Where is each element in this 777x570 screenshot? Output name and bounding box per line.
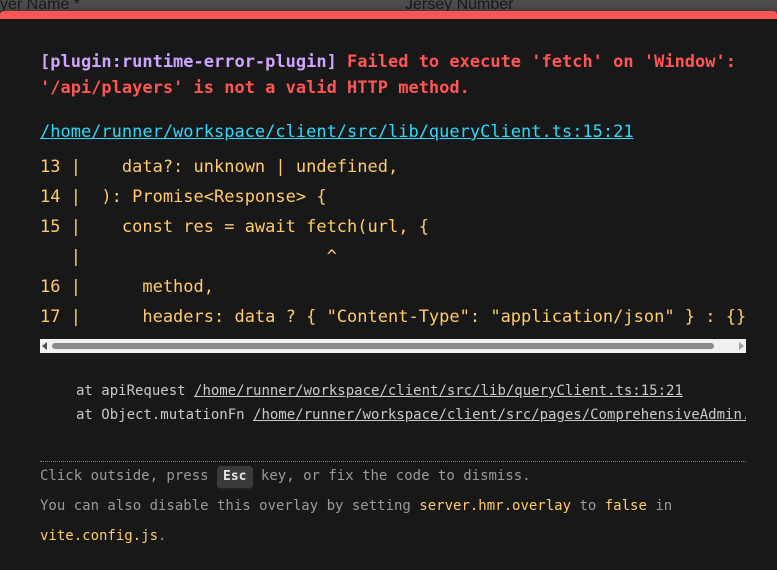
stack-link[interactable]: /home/runner/workspace/client/src/pages/… [253, 407, 746, 423]
code-line: 13 | data?: unknown | undefined, [40, 157, 399, 177]
stack-function: at Object.mutationFn [76, 407, 254, 423]
config-tip: vite.config.js. [40, 524, 166, 548]
tip-text: key, or fix the code to dismiss. [252, 468, 531, 484]
error-overlay[interactable]: [plugin:runtime-error-plugin] Failed to … [0, 11, 777, 570]
dismiss-tip: Click outside, press Esc key, or fix the… [40, 464, 531, 490]
caret-line: | ^ [40, 247, 337, 267]
tip-text: in [646, 498, 673, 514]
code-line-error: 15 | const res = await fetch(url, { [40, 217, 429, 237]
divider [40, 461, 746, 462]
esc-key-badge: Esc [217, 466, 253, 490]
stack-frame: at apiRequest /home/runner/workspace/cli… [76, 379, 683, 403]
scrollbar-thumb[interactable] [52, 343, 714, 349]
code-line: 17 | headers: data ? { "Content-Type": "… [40, 307, 746, 327]
code-line: 16 | method, [40, 277, 214, 297]
setting-name: server.hmr.overlay [419, 498, 572, 514]
disable-tip: You can also disable this overlay by set… [40, 494, 672, 518]
horizontal-scrollbar[interactable] [40, 339, 746, 353]
stack-link[interactable]: /home/runner/workspace/client/src/lib/qu… [194, 383, 683, 399]
error-message: [plugin:runtime-error-plugin] Failed to … [40, 49, 740, 101]
scroll-right-arrow-icon[interactable] [739, 342, 744, 350]
scroll-left-arrow-icon[interactable] [42, 342, 47, 350]
tip-text: You can also disable this overlay by set… [40, 498, 420, 514]
stack-function: at apiRequest [76, 383, 195, 399]
code-line: 14 | ): Promise<Response> { [40, 187, 327, 207]
tip-text: . [158, 528, 167, 544]
config-file-name: vite.config.js [40, 528, 159, 544]
stack-frame: at Object.mutationFn /home/runner/worksp… [76, 403, 746, 427]
tip-text: to [571, 498, 605, 514]
plugin-name: [plugin:runtime-error-plugin] [40, 52, 337, 72]
code-frame[interactable]: 13 | data?: unknown | undefined, 14 | ):… [40, 152, 746, 342]
setting-value: false [604, 498, 647, 514]
error-file-link[interactable]: /home/runner/workspace/client/src/lib/qu… [40, 122, 634, 142]
tip-text: Click outside, press [40, 468, 218, 484]
